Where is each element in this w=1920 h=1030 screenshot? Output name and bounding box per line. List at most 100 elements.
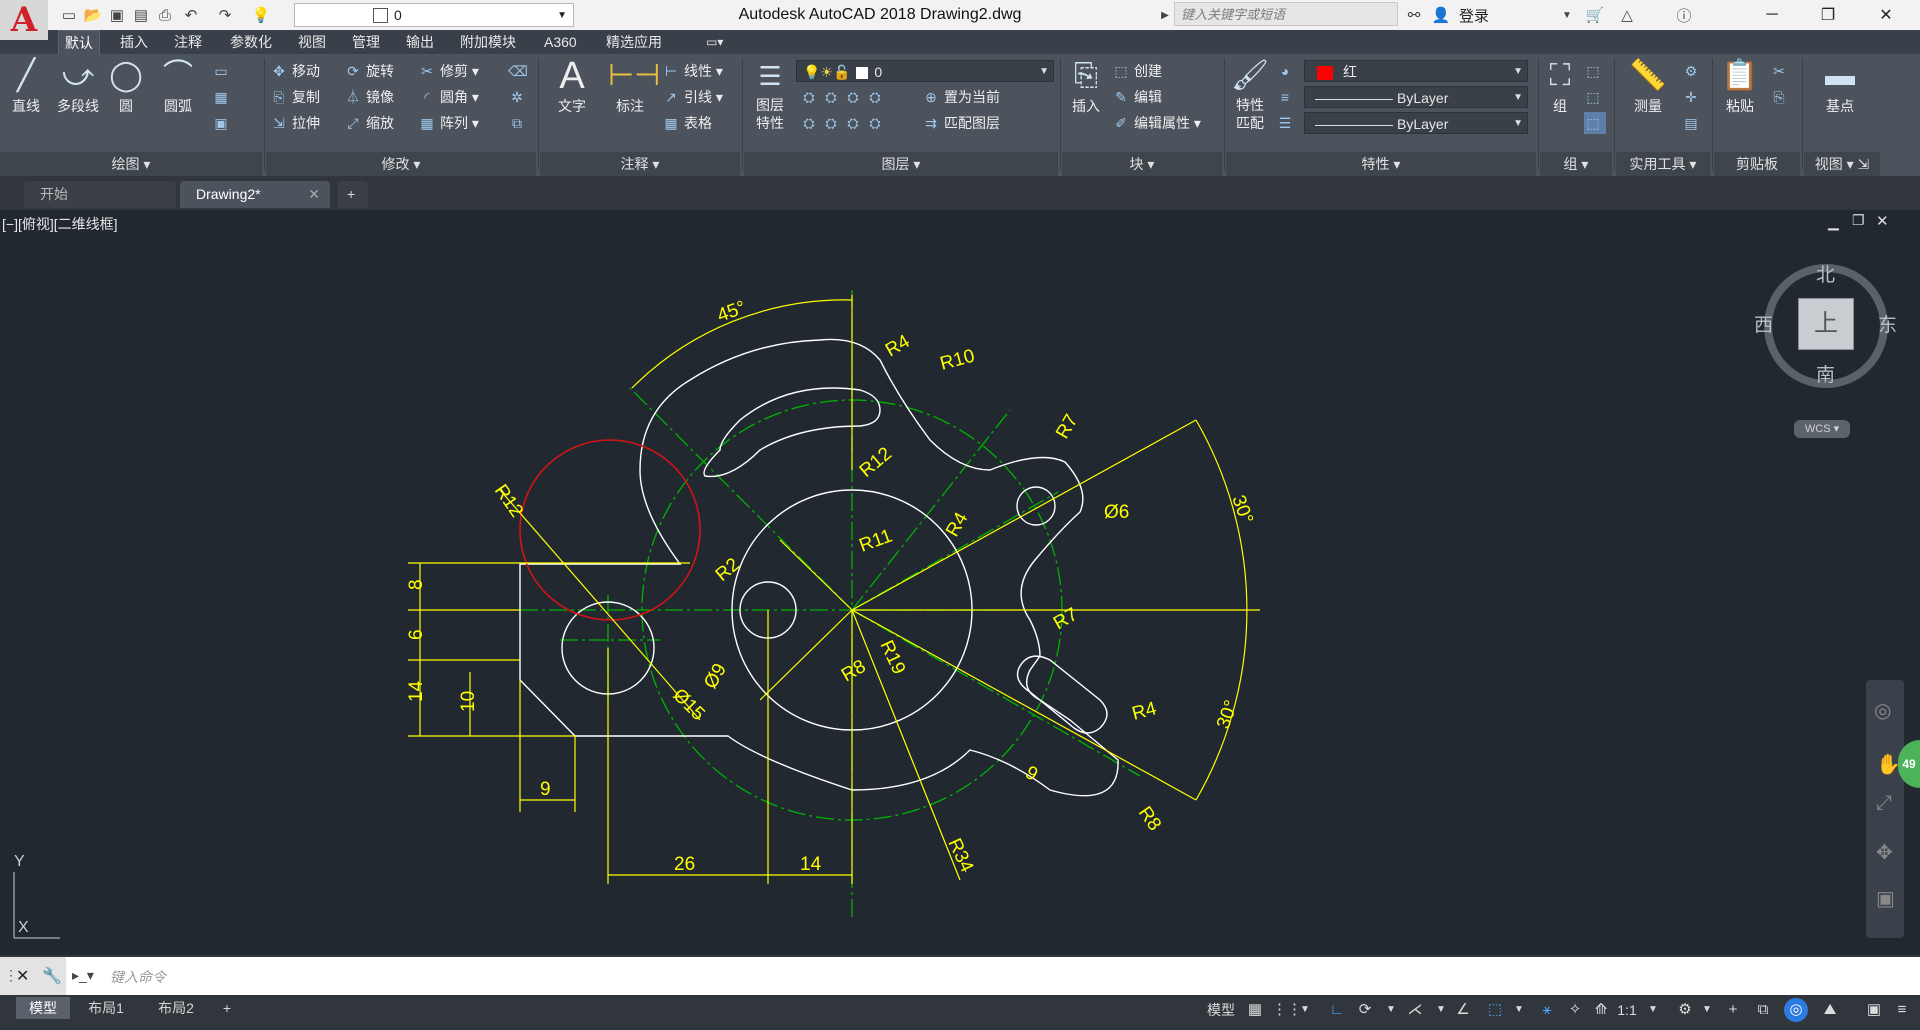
erase-icon[interactable]: ⌫	[508, 60, 530, 82]
viewcube-south[interactable]: 南	[1816, 360, 1835, 387]
add-layout-icon[interactable]: +	[214, 997, 240, 1019]
draw-panel-title[interactable]: 绘图 ▾	[0, 154, 262, 174]
tab-start[interactable]: 开始	[24, 181, 176, 208]
chevron-down-icon[interactable]: ▼	[1700, 998, 1714, 1022]
text-button[interactable]: A 文字	[550, 56, 594, 116]
offset-icon[interactable]: ⧉	[508, 112, 530, 134]
linear-dim-button[interactable]: ⊢ 线性 ▾	[662, 60, 723, 82]
block-panel-title[interactable]: 块 ▾	[1062, 154, 1222, 174]
viewcube-north[interactable]: 北	[1816, 260, 1835, 287]
isolate-icon[interactable]: ⧉	[1752, 998, 1774, 1022]
groups-panel-title[interactable]: 组 ▾	[1540, 154, 1612, 174]
properties-panel-title[interactable]: 特性 ▾	[1226, 154, 1536, 174]
mirror-button[interactable]: ⏃ 镜像	[344, 86, 394, 108]
modify-panel-title[interactable]: 修改 ▾	[266, 154, 536, 174]
layer-properties-button[interactable]: ☰ 图层 特性	[748, 56, 792, 132]
layer-combo[interactable]: 0 ▼	[294, 3, 574, 27]
steering-wheel-icon[interactable]: ◎	[1874, 698, 1891, 723]
region-icon[interactable]: ▣	[212, 112, 234, 134]
annotation-visibility-icon[interactable]: ⚹	[1536, 998, 1558, 1022]
tab-parametric[interactable]: 参数化	[224, 30, 278, 54]
zoom-extents-icon[interactable]: ⤢	[1876, 792, 1892, 815]
copy-clip-icon[interactable]: ⎘	[1770, 86, 1792, 108]
move-button[interactable]: ✥ 移动	[270, 60, 320, 82]
chevron-down-icon[interactable]: ▼	[1646, 998, 1660, 1022]
add-icon[interactable]: +	[1722, 998, 1744, 1022]
clipboard-panel-title[interactable]: 剪贴板	[1714, 154, 1800, 174]
save-as-icon[interactable]: ▤	[130, 4, 152, 26]
layer-dropdown[interactable]: 💡☀🔓 0 ▼	[796, 60, 1054, 82]
tab-featured-apps[interactable]: 精选应用	[600, 30, 668, 54]
group-select-icon[interactable]: ⬚	[1584, 112, 1606, 134]
chevron-down-icon[interactable]: ▼	[1434, 998, 1448, 1022]
tab-layout2[interactable]: 布局2	[142, 997, 210, 1019]
tab-manage[interactable]: 管理	[346, 30, 386, 54]
match-layer-button[interactable]: ⇉ 匹配图层	[922, 112, 1000, 134]
undo-icon[interactable]: ↶	[180, 4, 202, 26]
annotation-panel-title[interactable]: 注释 ▾	[540, 154, 740, 174]
object-track-icon[interactable]: ∠	[1452, 998, 1474, 1022]
cart-icon[interactable]: 🛒	[1584, 3, 1606, 27]
layers-panel-title[interactable]: 图层 ▾	[744, 154, 1058, 174]
lightbulb-icon[interactable]: 💡	[250, 4, 272, 26]
paste-button[interactable]: 📋 粘贴	[1718, 56, 1762, 116]
layer-tools-row2[interactable]: ⛭ ⛭ ⛭ ⛭	[800, 112, 888, 134]
drawing-viewport[interactable]: [−][俯视][二维线框] ▁ ❐ ✕ 45° R4 R10 R12 R7 Ø6…	[0, 210, 1920, 954]
tab-a360[interactable]: A360	[538, 30, 583, 54]
line-button[interactable]: ╱ 直线	[6, 56, 46, 116]
search-input[interactable]: 键入关键字或短语	[1174, 2, 1398, 26]
chevron-down-icon[interactable]: ▼	[1512, 998, 1526, 1022]
grid-icon[interactable]: ▦	[1244, 998, 1266, 1022]
leader-button[interactable]: ↗ 引线 ▾	[662, 86, 723, 108]
edit-block-button[interactable]: ✎ 编辑	[1112, 86, 1162, 108]
tab-default[interactable]: 默认	[58, 30, 100, 55]
group-button[interactable]: ⛶ 组	[1542, 56, 1578, 116]
close-icon[interactable]: ✕	[1858, 0, 1914, 30]
group-edit-icon[interactable]: ⬚	[1584, 86, 1606, 108]
tab-view[interactable]: 视图	[292, 30, 332, 54]
stretch-button[interactable]: ⇲ 拉伸	[270, 112, 320, 134]
redo-icon[interactable]: ↷	[214, 4, 236, 26]
cut-icon[interactable]: ✂	[1770, 60, 1792, 82]
fullscreen-icon[interactable]: ▣	[1862, 998, 1886, 1022]
binoculars-icon[interactable]: ⚯	[1402, 3, 1426, 27]
linetype-icon[interactable]: ☰	[1276, 112, 1298, 134]
command-prompt-icon[interactable]: ▸_▾	[72, 967, 94, 984]
quick-select-icon[interactable]: ⚙	[1682, 60, 1704, 82]
lineweight-icon[interactable]: ≡	[1276, 86, 1298, 108]
new-file-icon[interactable]: ▭	[58, 4, 80, 26]
explode-icon[interactable]: ✲	[508, 86, 530, 108]
layer-tools-row1[interactable]: ⛭ ⛭ ⛭ ⛭	[800, 86, 888, 108]
restore-icon[interactable]: ❐	[1800, 0, 1856, 30]
linetype-dropdown[interactable]: ByLayer ▼	[1304, 112, 1528, 134]
base-view-button[interactable]: ▬ 基点	[1812, 56, 1868, 116]
showmotion-icon[interactable]: ▣	[1876, 886, 1895, 911]
viewcube-east[interactable]: 东	[1878, 310, 1897, 337]
arc-button[interactable]: ⌒ 圆弧	[156, 56, 200, 116]
hardware-accel-icon[interactable]: ◎	[1784, 998, 1808, 1022]
osnap-icon[interactable]: ⬚	[1484, 998, 1506, 1022]
tab-layout1[interactable]: 布局1	[72, 997, 140, 1019]
isodraft-icon[interactable]: ⋌	[1404, 998, 1426, 1022]
workspace-gear-icon[interactable]: ⚙	[1674, 998, 1696, 1022]
polar-icon[interactable]: ⟳	[1354, 998, 1376, 1022]
id-point-icon[interactable]: ✛	[1682, 86, 1704, 108]
save-icon[interactable]: ▣	[106, 4, 128, 26]
hatch-icon[interactable]: ▦	[212, 86, 234, 108]
utilities-panel-title[interactable]: 实用工具 ▾	[1616, 154, 1710, 174]
viewcube[interactable]: 上 北 南 东 西	[1752, 260, 1902, 390]
autodesk-app-icon[interactable]: △	[1616, 3, 1638, 27]
ungroup-icon[interactable]: ⬚	[1584, 60, 1606, 82]
view-panel-title[interactable]: 视图 ▾ ⇲	[1804, 154, 1880, 174]
rectangle-icon[interactable]: ▭	[212, 60, 234, 82]
viewcube-west[interactable]: 西	[1754, 310, 1773, 337]
lineweight-dropdown[interactable]: ByLayer ▼	[1304, 86, 1528, 108]
ribbon-toggle-icon[interactable]: ▭▾	[700, 30, 729, 54]
viewcube-top-face[interactable]: 上	[1798, 298, 1854, 350]
auto-scale-icon[interactable]: ✧	[1564, 998, 1586, 1022]
minimize-icon[interactable]: ─	[1744, 0, 1800, 30]
open-file-icon[interactable]: 📂	[82, 4, 104, 26]
chevron-down-icon[interactable]: ▼	[1384, 998, 1398, 1022]
scale-value[interactable]: 1:1	[1614, 998, 1640, 1022]
dimension-button[interactable]: ⊢⊣ 标注	[608, 56, 660, 116]
